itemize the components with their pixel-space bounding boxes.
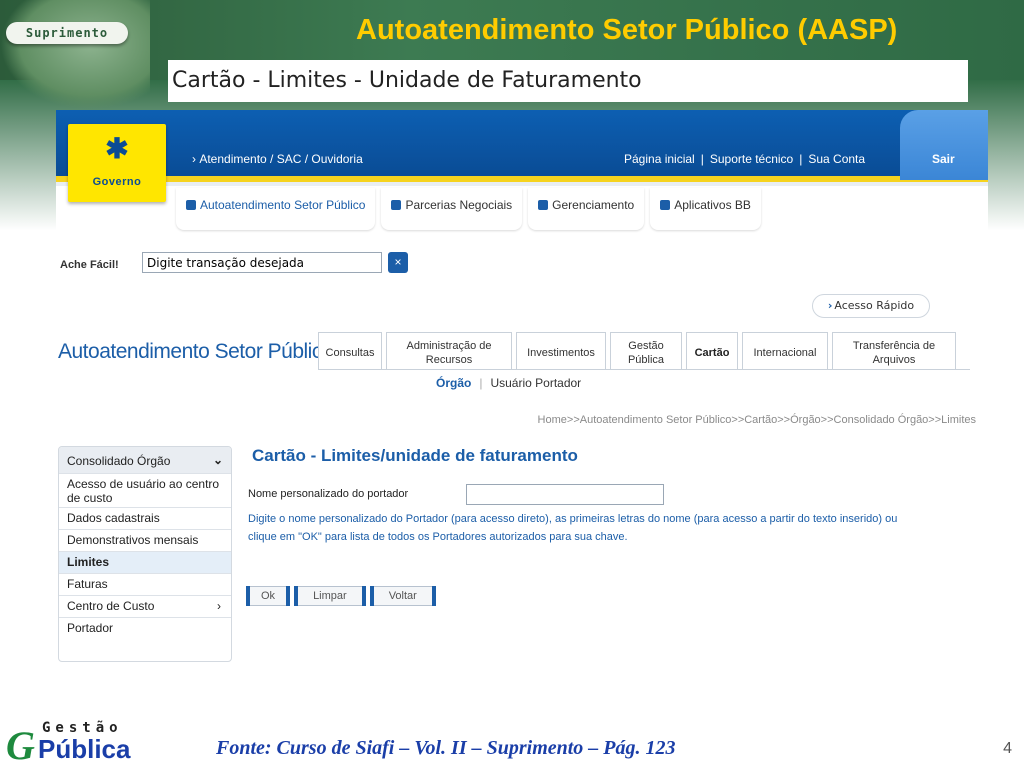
breadcrumb: Home>>Autoatendimento Setor Público>>Car… <box>537 414 976 426</box>
arrow-box-icon <box>538 200 549 210</box>
sidebar-item-faturas[interactable]: Faturas <box>59 573 231 595</box>
separator: | <box>700 152 704 166</box>
sidebar-item-label: Centro de Custo <box>67 599 155 613</box>
suporte-tecnico-link[interactable]: Suporte técnico <box>710 152 793 166</box>
chevron-down-icon: ⌄ <box>212 453 223 467</box>
sidebar-item-acesso[interactable]: Acesso de usuário ao centro de custo <box>59 473 231 507</box>
logo-g: G <box>6 723 35 768</box>
separator: | <box>799 152 803 166</box>
page-number: 4 <box>1003 740 1012 757</box>
search-submit-button[interactable]: × <box>388 252 408 273</box>
nav-label: Parcerias Negociais <box>405 198 513 212</box>
nav-aplicativos[interactable]: Aplicativos BB <box>650 188 761 230</box>
aasp-title: Autoatendimento Setor Público <box>58 340 334 363</box>
slide-title: Autoatendimento Setor Público (AASP) <box>356 14 898 46</box>
tab-consultas[interactable]: Consultas <box>318 332 382 370</box>
bb-header-blue-bar <box>56 110 988 176</box>
sidebar-item-portador[interactable]: Portador <box>59 617 231 639</box>
nav-label: Gerenciamento <box>552 198 635 212</box>
bb-logo-mark-icon: ✱ <box>105 133 129 164</box>
suprimento-badge: Suprimento <box>6 22 128 44</box>
search-label: Ache Fácil! <box>60 259 119 271</box>
nav-label: Aplicativos BB <box>674 198 751 212</box>
gestao-publica-logo: G Gestão Pública <box>6 720 136 768</box>
slide-subtitle: Cartão - Limites - Unidade de Faturament… <box>168 60 968 102</box>
sidebar-item-limites[interactable]: Limites <box>59 551 231 573</box>
brazil-map-icon <box>0 0 150 110</box>
tab-investimentos[interactable]: Investimentos <box>516 332 606 370</box>
nav-autoatendimento[interactable]: Autoatendimento Setor Público <box>176 188 376 230</box>
top-links: Página inicial | Suporte técnico | Sua Conta <box>624 152 865 166</box>
sidebar-item-centro-custo[interactable]: Centro de Custo › <box>59 595 231 617</box>
bb-header-yellow-line <box>56 176 988 182</box>
sair-label: Sair <box>932 152 955 166</box>
nav-label: Autoatendimento Setor Público <box>200 198 366 212</box>
logo-publica: Pública <box>38 734 131 764</box>
source-citation: Fonte: Curso de Siafi – Vol. II – Suprim… <box>216 737 676 759</box>
help-text: Digite o nome personalizado do Portador … <box>248 513 898 543</box>
tab-transferencia[interactable]: Transferência de Arquivos <box>832 332 956 370</box>
tabs-divider <box>318 369 970 370</box>
nav-parcerias[interactable]: Parcerias Negociais <box>381 188 523 230</box>
sac-link-label: Atendimento / SAC / Ouvidoria <box>199 152 363 166</box>
sidebar-header-label: Consolidado Órgão <box>67 454 171 468</box>
portador-name-input[interactable] <box>466 484 664 505</box>
search-input[interactable] <box>142 252 382 273</box>
acesso-rapido-button[interactable]: › Acesso Rápido <box>812 294 930 318</box>
sac-link[interactable]: › Atendimento / SAC / Ouvidoria <box>192 152 363 166</box>
tab-internacional[interactable]: Internacional <box>742 332 828 370</box>
tab-administracao[interactable]: Administração de Recursos <box>386 332 512 370</box>
pagina-inicial-link[interactable]: Página inicial <box>624 152 695 166</box>
sidebar-header[interactable]: Consolidado Órgão ⌄ <box>59 447 231 473</box>
section-tabs: Consultas Administração de Recursos Inve… <box>318 332 960 370</box>
main-nav: Autoatendimento Setor Público Parcerias … <box>176 188 761 230</box>
bb-logo-label: Governo <box>92 176 142 188</box>
subtab-orgao[interactable]: Órgão <box>436 376 471 390</box>
action-buttons: Ok Limpar Voltar <box>246 586 436 606</box>
chevron-right-icon: › <box>827 299 833 312</box>
content-title: Cartão - Limites/unidade de faturamento <box>252 446 578 465</box>
sair-button[interactable]: Sair <box>900 110 988 180</box>
tab-gestao-publica[interactable]: Gestão Pública <box>610 332 682 370</box>
bb-logo[interactable]: ✱ Governo <box>68 124 166 202</box>
arrow-box-icon <box>660 200 671 210</box>
separator: | <box>479 376 483 390</box>
browser-screenshot: ✱ Governo › Atendimento / SAC / Ouvidori… <box>56 110 988 680</box>
voltar-button[interactable]: Voltar <box>369 586 436 606</box>
arrow-box-icon <box>391 200 402 210</box>
ok-button[interactable]: Ok <box>246 586 291 606</box>
subtab-usuario-portador[interactable]: Usuário Portador <box>490 376 581 390</box>
sidebar-item-dados[interactable]: Dados cadastrais <box>59 507 231 529</box>
chevron-right-icon: › <box>217 599 221 613</box>
acesso-rapido-label: Acesso Rápido <box>834 299 915 312</box>
tab-cartao[interactable]: Cartão <box>686 332 738 370</box>
sidebar-menu: Consolidado Órgão ⌄ Acesso de usuário ao … <box>58 446 232 662</box>
portador-field-label: Nome personalizado do portador <box>248 488 409 500</box>
sua-conta-link[interactable]: Sua Conta <box>808 152 865 166</box>
limpar-button[interactable]: Limpar <box>294 586 366 606</box>
sidebar-item-demonstrativos[interactable]: Demonstrativos mensais <box>59 529 231 551</box>
nav-gerenciamento[interactable]: Gerenciamento <box>528 188 645 230</box>
checkbox-icon <box>186 200 196 210</box>
subtabs: Órgão | Usuário Portador <box>436 376 581 390</box>
